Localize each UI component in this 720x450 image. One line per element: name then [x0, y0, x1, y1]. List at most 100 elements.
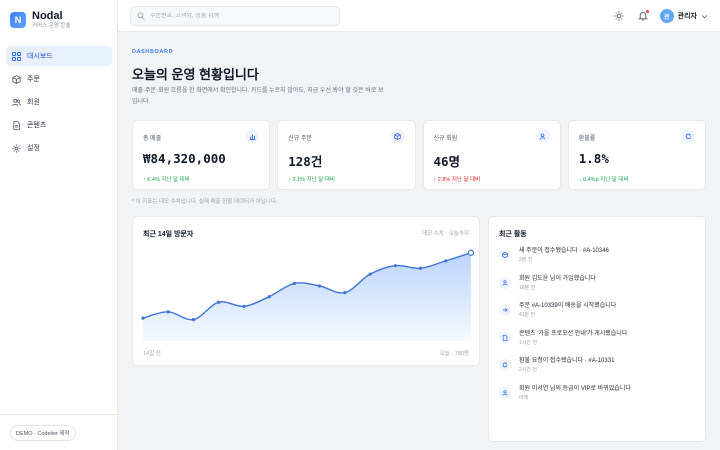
- chart-point: [393, 264, 397, 268]
- activity-title: 최근 활동: [499, 231, 527, 238]
- user-icon: [535, 129, 550, 143]
- activity-text: 회원 이서연 님의 등급이 VIP로 바뀌었습니다: [519, 385, 631, 392]
- user-menu[interactable]: 관 관리자: [659, 7, 708, 25]
- kpi-row: 총 매출 ₩84,320,000 ↑ 6.4% 지난 달 대비 신규 주문 12…: [132, 120, 706, 190]
- document-icon: [499, 331, 511, 344]
- kpi-label: 신규 회원: [433, 136, 458, 142]
- chart-point: [217, 300, 221, 304]
- sun-icon[interactable]: [612, 9, 626, 23]
- chart-point: [166, 310, 170, 314]
- bar-chart-icon: [245, 129, 260, 143]
- arrow-right-icon: [499, 304, 511, 316]
- activity-text: 주문 #A-10339이 배송을 시작했습니다: [519, 303, 617, 309]
- activity-item[interactable]: 환불 요청이 접수됐습니다 · #A-10331 2시간 전: [499, 357, 699, 385]
- chart-point: [242, 304, 246, 308]
- refresh-icon: [499, 359, 511, 371]
- sidebar-nav: 대시보드 주문 회원 콘텐츠 설정: [6, 46, 112, 161]
- chart-point: [141, 316, 145, 320]
- notification-dot: [645, 10, 649, 13]
- kpi-card-members[interactable]: 신규 회원 46명 ↓ 2.8% 지난 달 대비: [422, 120, 561, 190]
- visitor-chart-card: 최근 14일 방문자 데모 수치 · 오늘까지 14일 전 오늘 · 780명: [132, 216, 480, 366]
- sidebar-item-label: 설정: [27, 145, 40, 152]
- chart-area-fill: [143, 252, 471, 341]
- kpi-value: ₩84,320,000: [143, 151, 226, 166]
- activity-card: 최근 활동 새 주문이 접수됐습니다 · #A-10346 2분 전 회원 김도윤…: [488, 216, 706, 442]
- brand-subtitle: 커머스 운영 콘솔: [32, 23, 71, 29]
- chart-point: [418, 266, 423, 270]
- kpi-label: 신규 주문: [288, 136, 312, 142]
- page-description: 매출·주문·회원 흐름을 한 화면에서 확인합니다. 카드를 누르지 않아도, …: [132, 88, 384, 105]
- kpi-delta: ↓ 0.4%p 지난 달 대비: [578, 177, 629, 183]
- demo-badge[interactable]: DEMO · Codelier 제작: [10, 425, 76, 441]
- activity-item[interactable]: 콘텐츠 '가을 프로모션 안내'가 게시됐습니다 1시간 전: [499, 330, 699, 358]
- activity-time: 1시간 전: [519, 339, 537, 346]
- user-icon: [499, 386, 511, 399]
- chart-point: [444, 259, 448, 263]
- document-icon: [12, 120, 21, 130]
- top-bar: 관 관리자: [118, 0, 720, 32]
- chart-axis-end-label: 오늘 · 780명: [439, 351, 469, 357]
- activity-item[interactable]: 새 주문이 접수됐습니다 · #A-10346 2분 전: [499, 247, 699, 275]
- activity-list: 새 주문이 접수됐습니다 · #A-10346 2분 전 회원 김도윤 님이 가입…: [499, 247, 699, 412]
- chart-point: [191, 317, 196, 322]
- sidebar: N Nodal 커머스 운영 콘솔 대시보드 주문 회원 콘텐츠 설정 DEMO…: [0, 0, 118, 450]
- page-eyebrow: DASHBOARD: [132, 49, 174, 55]
- kpi-value: 1.8%: [578, 151, 609, 166]
- sidebar-item-content[interactable]: 콘텐츠: [6, 115, 112, 135]
- activity-text: 새 주문이 접수됐습니다 · #A-10346: [519, 248, 609, 254]
- brand-logo: N: [10, 12, 26, 28]
- kpi-label: 환불률: [578, 136, 596, 142]
- chart-axis-start-label: 14일 전: [143, 351, 161, 357]
- sidebar-item-orders[interactable]: 주문: [6, 69, 112, 89]
- gear-icon: [12, 143, 21, 153]
- grid-icon: [12, 51, 21, 61]
- main-content: DASHBOARD 오늘의 운영 현황입니다 매출·주문·회원 흐름을 한 화면…: [118, 32, 720, 450]
- activity-time: 41분 전: [519, 312, 536, 318]
- brand-name: Nodal: [32, 10, 63, 22]
- kpi-delta: ↓ 2.8% 지난 달 대비: [433, 177, 481, 183]
- activity-item[interactable]: 회원 김도윤 님이 가입했습니다 18분 전: [499, 275, 699, 303]
- chart-point: [267, 295, 271, 299]
- activity-time: 18분 전: [519, 284, 536, 291]
- sidebar-item-members[interactable]: 회원: [6, 92, 112, 112]
- kpi-value: 128건: [288, 154, 323, 169]
- search-icon: [137, 7, 145, 25]
- kpi-value: 46명: [433, 154, 461, 169]
- chart-point: [368, 272, 372, 276]
- chart-point: [343, 291, 347, 295]
- user-icon: [499, 276, 511, 289]
- kpi-card-revenue[interactable]: 총 매출 ₩84,320,000 ↑ 6.4% 지난 달 대비: [132, 120, 271, 190]
- chart-point: [318, 284, 322, 288]
- activity-item[interactable]: 회원 이서연 님의 등급이 VIP로 바뀌었습니다어제: [499, 385, 699, 413]
- activity-time: 2분 전: [519, 257, 533, 263]
- sidebar-footer: DEMO · Codelier 제작: [0, 414, 118, 450]
- sidebar-item-settings[interactable]: 설정: [6, 138, 112, 158]
- activity-time: 어제: [519, 394, 529, 401]
- activity-item[interactable]: 주문 #A-10339이 배송을 시작했습니다 41분 전: [499, 302, 699, 330]
- chart-point: [467, 249, 475, 256]
- kpi-delta: ↑ 3.1% 지난 달 대비: [288, 177, 335, 183]
- sidebar-item-label: 주문: [27, 76, 40, 83]
- chart-point: [292, 281, 296, 285]
- visitor-chart: [141, 249, 475, 341]
- avatar: 관: [659, 9, 674, 23]
- activity-text: 콘텐츠 '가을 프로모션 안내'가 게시됐습니다: [519, 330, 628, 337]
- search-input[interactable]: [150, 13, 330, 19]
- kpi-card-refund-rate[interactable]: 환불률 1.8% ↓ 0.4%p 지난 달 대비: [567, 120, 706, 190]
- brand[interactable]: N Nodal 커머스 운영 콘솔: [10, 10, 70, 30]
- search-box[interactable]: [130, 6, 340, 26]
- kpi-label: 총 매출: [143, 136, 162, 142]
- activity-text: 환불 요청이 접수됐습니다 · #A-10331: [519, 358, 615, 364]
- page-title: 오늘의 운영 현황입니다: [132, 67, 259, 82]
- user-name: 관리자: [677, 13, 697, 20]
- kpi-card-orders[interactable]: 신규 주문 128건 ↑ 3.1% 지난 달 대비: [277, 120, 416, 190]
- box-icon: [499, 249, 511, 261]
- bell-icon[interactable]: [636, 9, 650, 23]
- chevron-down-icon: [701, 7, 708, 25]
- sidebar-item-dashboard[interactable]: 대시보드: [6, 46, 112, 66]
- sidebar-item-label: 대시보드: [27, 53, 53, 60]
- box-icon: [390, 129, 405, 143]
- kpi-delta: ↑ 6.4% 지난 달 대비: [143, 177, 190, 183]
- sidebar-item-label: 회원: [27, 99, 40, 106]
- sidebar-item-label: 콘텐츠: [27, 122, 47, 129]
